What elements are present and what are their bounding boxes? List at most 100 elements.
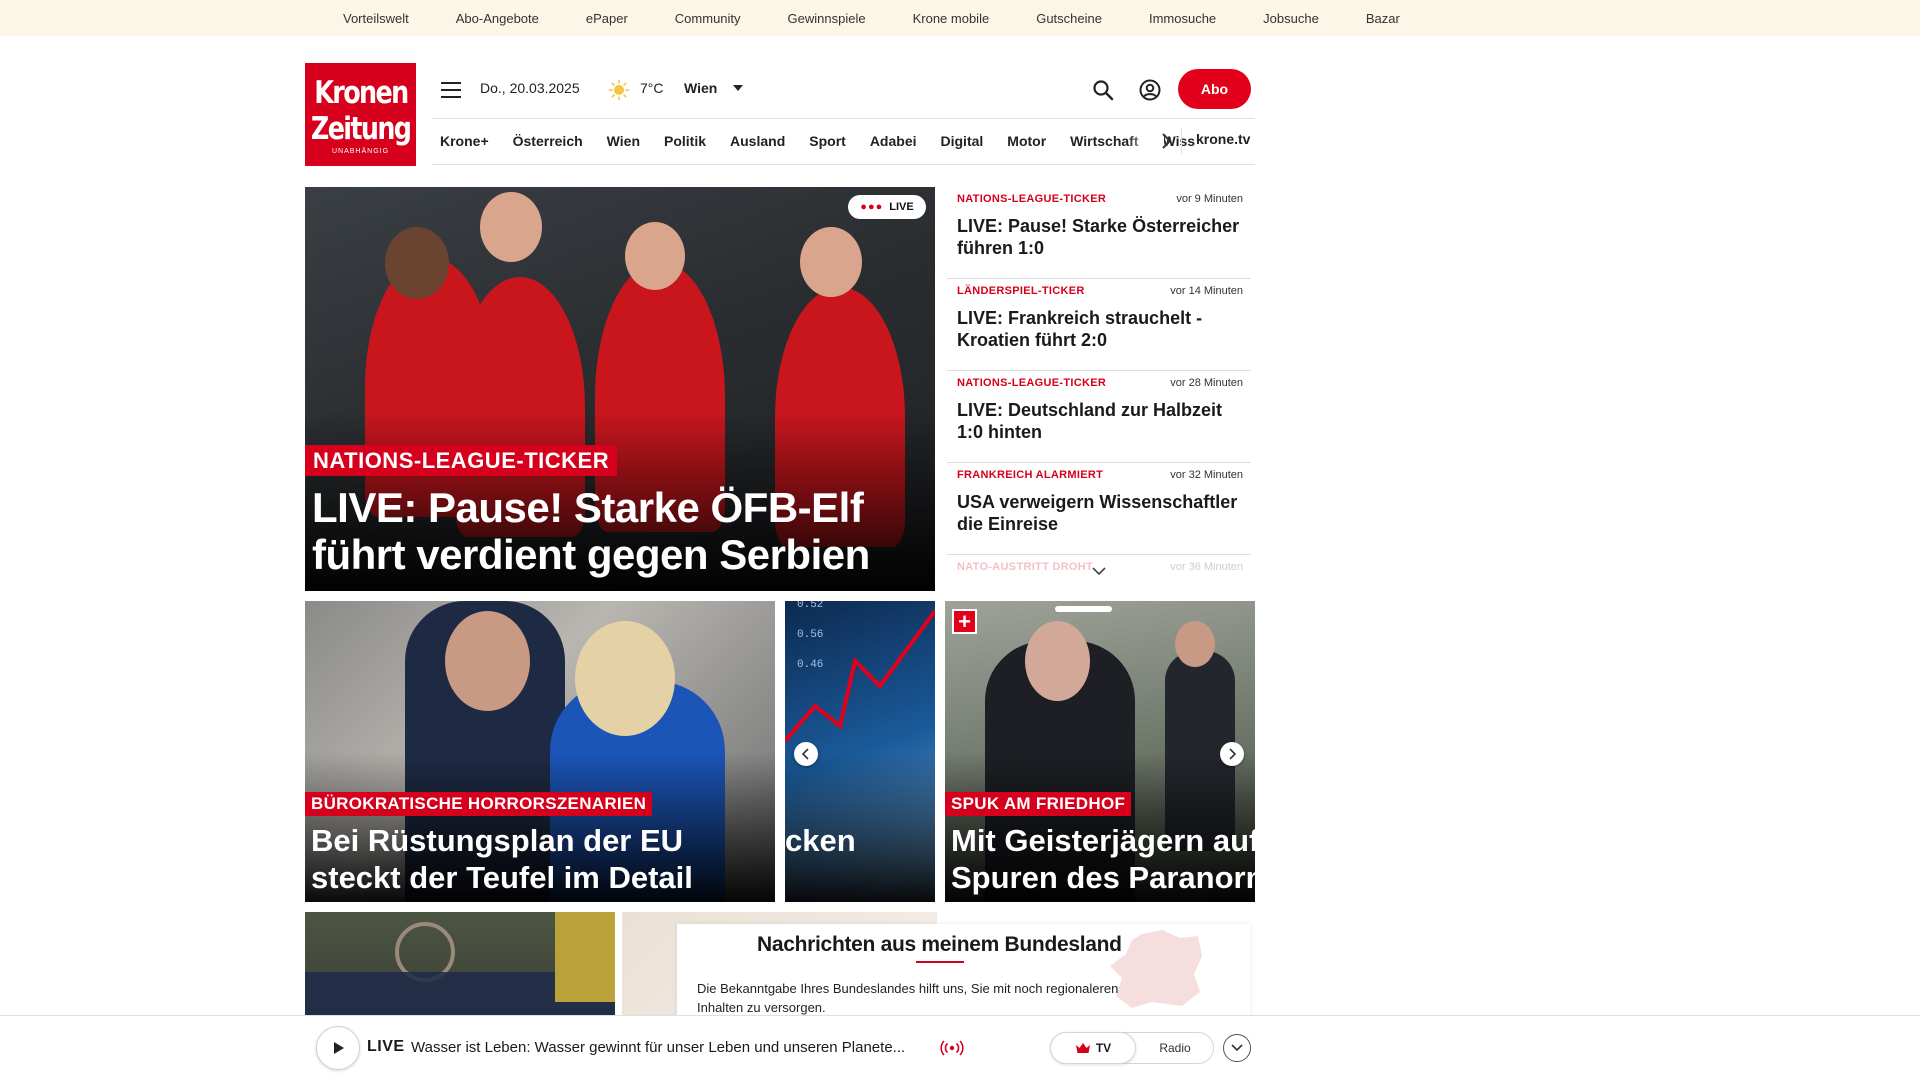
card-headline-line-1: Bei Rüstungsplan der EU [311, 823, 684, 858]
nav-item-krone-tv[interactable]: krone.tv [1196, 131, 1250, 147]
main-navigation: Krone+ Österreich Wien Politik Ausland S… [440, 130, 1219, 152]
service-link-bazar[interactable]: Bazar [1366, 11, 1400, 26]
chevron-down-icon[interactable] [1092, 566, 1106, 576]
chart-label: 0.52 [797, 601, 823, 611]
header-divider [432, 118, 1255, 119]
live-stream-title[interactable]: Wasser ist Leben: Wasser gewinnt für uns… [411, 1039, 905, 1056]
ticker-category: NATO-AUSTRITT DROHT [957, 561, 1094, 573]
hero-image-face [625, 222, 685, 290]
ticker-category: FRANKREICH ALARMIERT [957, 469, 1104, 481]
card-headline-line-2: Spuren des Paranorm [951, 860, 1255, 895]
hero-category-tag: NATIONS-LEAGUE-TICKER [305, 445, 618, 476]
ticker-item[interactable]: NATIONS-LEAGUE-TICKER vor 28 Minuten LIV… [947, 371, 1251, 463]
chevron-right-icon[interactable] [1160, 131, 1172, 151]
site-logo[interactable]: Kronen Zeitung UNABHÄNGIG [305, 63, 416, 166]
broadcast-icon [940, 1040, 964, 1056]
card-category-tag: SPUK AM FRIEDHOF [945, 792, 1132, 816]
nav-item-politik[interactable]: Politik [664, 133, 706, 149]
chevron-left-icon [801, 748, 809, 760]
chevron-right-icon [1229, 748, 1237, 760]
hero-image-face [480, 192, 542, 262]
krone-plus-badge: + [952, 609, 977, 634]
card-image-face [1025, 621, 1090, 701]
ticker-headline: LIVE: Deutschland zur Halbzeit 1:0 hinte… [957, 400, 1223, 442]
logo-tagline: UNABHÄNGIG [331, 147, 390, 155]
card-image-face [1175, 621, 1215, 667]
hero-headline-line-2: führt verdient gegen Serbien [312, 531, 870, 578]
nav-item-motor[interactable]: Motor [1007, 133, 1046, 149]
nav-item-oesterreich[interactable]: Österreich [513, 133, 583, 149]
service-link-epaper[interactable]: ePaper [586, 11, 628, 26]
card-category-tag: BÜROKRATISCHE HORRORSZENARIEN [305, 792, 653, 816]
bundesland-title: Nachrichten aus meinem Bundesland [757, 933, 1122, 956]
user-account-icon[interactable] [1138, 78, 1162, 102]
ticker-category: NATIONS-LEAGUE-TICKER [957, 377, 1107, 389]
city-selector[interactable]: Wien [684, 80, 717, 96]
nav-item-sport[interactable]: Sport [809, 133, 846, 149]
chart-label: 0.46 [797, 659, 823, 671]
nav-item-digital[interactable]: Digital [941, 133, 984, 149]
ticker-item[interactable]: LÄNDERSPIEL-TICKER vor 14 Minuten LIVE: … [947, 279, 1251, 371]
card-headline-line-1: Mit Geisterjägern auf [951, 823, 1255, 858]
radio-toggle-option[interactable]: Radio [1137, 1032, 1213, 1064]
nav-fade [1128, 128, 1164, 154]
ticker-item[interactable]: FRANKREICH ALARMIERT vor 32 Minuten USA … [947, 463, 1251, 555]
slider-card[interactable]: SPUK AM FRIEDHOF Mit Geisterjägern auf S… [945, 601, 1255, 902]
hero-headline[interactable]: LIVE: Pause! Starke ÖFB-Elf führt verdie… [312, 484, 922, 578]
ticker-item[interactable]: NATIONS-LEAGUE-TICKER vor 9 Minuten LIVE… [947, 187, 1251, 279]
article-slider: BÜROKRATISCHE HORRORSZENARIEN Bei Rüstun… [305, 601, 1255, 902]
ticker-timestamp: vor 28 Minuten [1170, 377, 1243, 389]
hero-image-face [800, 227, 862, 297]
nav-item-krone-plus[interactable]: Krone+ [440, 133, 489, 149]
service-link-abo-angebote[interactable]: Abo-Angebote [456, 11, 539, 26]
hero-image-face [385, 227, 449, 299]
ticker-headline: LIVE: Pause! Starke Österreicher führen … [957, 216, 1240, 258]
hero-headline-line-1: LIVE: Pause! Starke ÖFB-Elf [312, 484, 864, 531]
ticker-timestamp: vor 9 Minuten [1176, 193, 1243, 205]
news-ticker: NATIONS-LEAGUE-TICKER vor 9 Minuten LIVE… [947, 187, 1251, 587]
nav-divider [1181, 128, 1182, 154]
ticker-headline: LIVE: Frankreich strauchelt - Kroatien f… [957, 308, 1203, 350]
slider-card[interactable]: BÜROKRATISCHE HORRORSZENARIEN Bei Rüstun… [305, 601, 775, 902]
play-icon [334, 1042, 344, 1054]
live-dots-icon: ●●● [860, 201, 884, 213]
play-button[interactable] [316, 1026, 360, 1070]
live-badge-label: LIVE [889, 201, 914, 213]
card-headline: Mit Geisterjägern auf Spuren des Paranor… [951, 822, 1255, 896]
nav-item-wien[interactable]: Wien [607, 133, 640, 149]
live-badge: ●●● LIVE [848, 195, 926, 219]
ticker-category: NATIONS-LEAGUE-TICKER [957, 193, 1107, 205]
abo-button[interactable]: Abo [1178, 69, 1251, 109]
card-headline-line-2: steckt der Teufel im Detail [311, 860, 693, 895]
service-link-gewinnspiele[interactable]: Gewinnspiele [788, 11, 866, 26]
service-bar: Vorteilswelt Abo-Angebote ePaper Communi… [0, 0, 1920, 36]
service-links: Vorteilswelt Abo-Angebote ePaper Communi… [343, 0, 1447, 36]
menu-icon[interactable] [441, 82, 461, 98]
service-link-community[interactable]: Community [675, 11, 741, 26]
tv-toggle-label: TV [1095, 1041, 1112, 1055]
card-headline-line-2: cken [785, 823, 856, 858]
ticker-timestamp: vor 32 Minuten [1170, 469, 1243, 481]
caret-down-icon[interactable] [733, 85, 743, 91]
nav-divider-bottom [432, 164, 1255, 165]
live-label: LIVE [367, 1038, 405, 1055]
service-link-gutscheine[interactable]: Gutscheine [1036, 11, 1102, 26]
ticker-headline: USA verweigern Wissenschaftler die Einre… [957, 492, 1238, 534]
service-link-jobsuche[interactable]: Jobsuche [1263, 11, 1319, 26]
bundesland-title-underline [916, 961, 964, 963]
slider-next-button[interactable] [1220, 742, 1244, 766]
tv-toggle-option[interactable]: TV [1050, 1032, 1136, 1064]
nav-item-adabei[interactable]: Adabei [870, 133, 917, 149]
service-link-immosuche[interactable]: Immosuche [1149, 11, 1216, 26]
expand-player-button[interactable] [1223, 1034, 1251, 1062]
ticker-timestamp: vor 36 Minuten [1170, 561, 1243, 573]
search-icon[interactable] [1091, 78, 1115, 102]
chevron-down-icon [1231, 1044, 1243, 1052]
service-link-krone-mobile[interactable]: Krone mobile [913, 11, 990, 26]
nav-item-ausland[interactable]: Ausland [730, 133, 785, 149]
slider-prev-button[interactable] [794, 742, 818, 766]
logo-line-1: Kronen [313, 74, 409, 111]
service-link-vorteilswelt[interactable]: Vorteilswelt [343, 11, 409, 26]
sun-icon [608, 79, 630, 101]
card-headline: Bei Rüstungsplan der EU steckt der Teufe… [311, 822, 693, 896]
